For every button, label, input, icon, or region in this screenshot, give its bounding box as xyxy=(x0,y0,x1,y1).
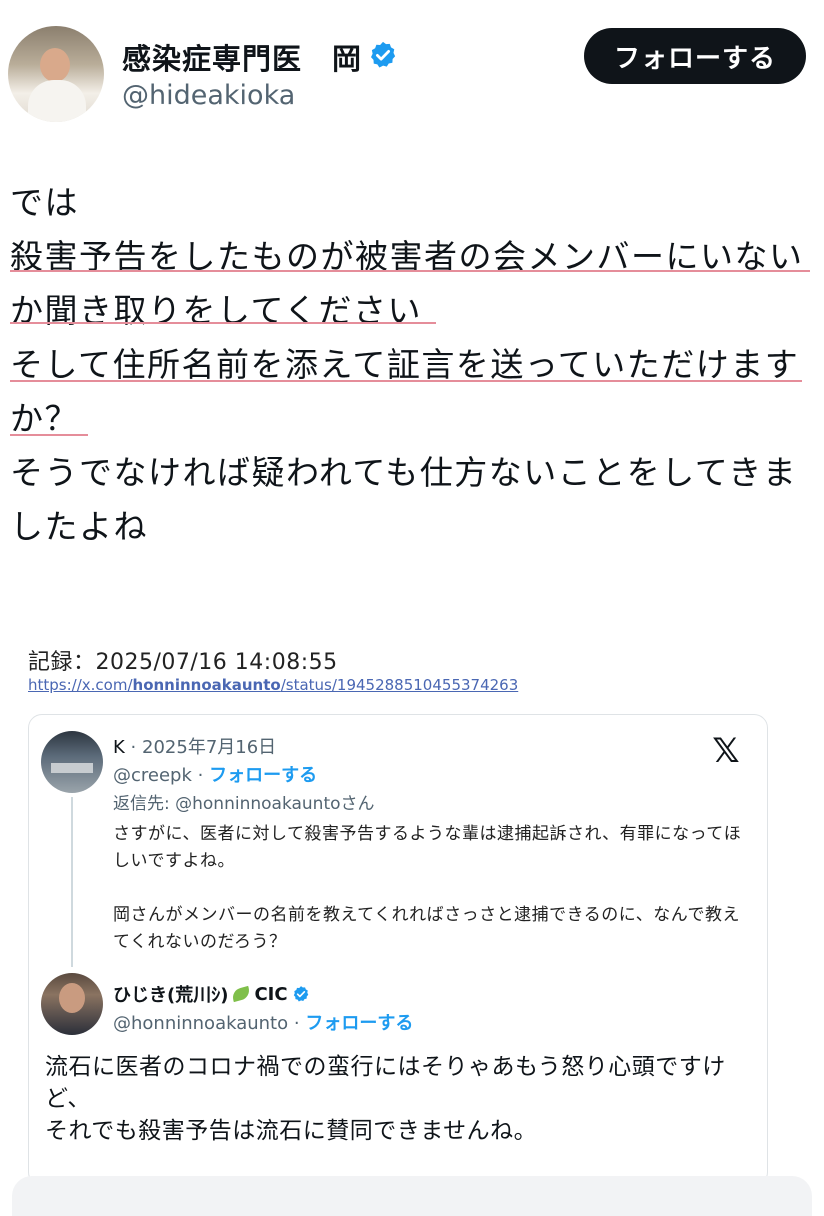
reply-author-line: K · 2025年7月16日 xyxy=(113,733,276,759)
post-line: そうでなければ疑われても仕方ないことをしてきま xyxy=(10,453,798,492)
reply-date[interactable]: 2025年7月16日 xyxy=(142,737,276,758)
thread-connector xyxy=(71,797,73,967)
highlight-underline xyxy=(10,270,810,272)
reply-author-handle[interactable]: @creepk xyxy=(113,765,192,786)
separator-dot: · xyxy=(197,765,204,786)
post-line: か？ xyxy=(10,399,79,438)
quoted-text: 流石に医者のコロナ禍での蛮行にはそりゃあもう怒り心頭ですけど、 それでも殺害予告… xyxy=(45,1051,755,1147)
avatar-body xyxy=(28,80,86,122)
record-url-suffix: /status/1945288510455374263 xyxy=(280,676,519,694)
follow-button[interactable]: フォローする xyxy=(584,28,806,84)
bottom-sheet-handle[interactable] xyxy=(12,1176,812,1216)
reply-author-avatar[interactable] xyxy=(41,731,103,793)
post-line: そして住所名前を添えて証言を送っていただけます xyxy=(10,345,800,384)
highlight-underline xyxy=(10,322,436,324)
quoted-author-name-suffix: CIC xyxy=(254,983,288,1005)
quoted-line: 流石に医者のコロナ禍での蛮行にはそりゃあもう怒り心頭ですけど、 xyxy=(45,1054,726,1112)
highlight-underline xyxy=(10,380,802,382)
post-line: したよね xyxy=(10,507,148,546)
record-url-account: honninnoakaunto xyxy=(132,676,281,694)
reply-to-label: 返信先: @honninnoakauntoさん xyxy=(113,794,375,814)
quoted-follow-link[interactable]: フォローする xyxy=(305,1013,413,1034)
embedded-tweet-card[interactable]: K · 2025年7月16日 @creepk · フォローする 返信先: @ho… xyxy=(28,714,768,1186)
post-line: では xyxy=(10,183,79,222)
quoted-line: それでも殺害予告は流石に賛同できませんね。 xyxy=(45,1118,538,1144)
leaf-emoji-icon xyxy=(231,985,252,1003)
record-timestamp: 記録：2025/07/16 14:08:55 xyxy=(28,650,338,675)
post-line: 殺害予告をしたものが被害者の会メンバーにいない xyxy=(10,237,804,276)
tweet-header: 感染症専門医 岡 @hideakioka フォローする xyxy=(0,0,824,140)
quoted-author-name-line: ひじき(荒川ｼ) CIC xyxy=(113,981,310,1007)
highlight-underline xyxy=(10,434,88,436)
reply-paragraph: 岡さんがメンバーの名前を教えてくれればさっさと逮捕できるのに、なんで教えてくれな… xyxy=(113,905,740,952)
quoted-author-avatar[interactable] xyxy=(41,973,103,1035)
author-handle[interactable]: @hideakioka xyxy=(122,80,295,111)
avatar-face xyxy=(40,48,70,82)
record-url-prefix: https://x.com/ xyxy=(28,676,133,694)
separator-dot: · xyxy=(130,737,137,758)
quoted-author-name[interactable]: ひじき(荒川ｼ) xyxy=(113,981,228,1007)
post-text: では 殺害予告をしたものが被害者の会メンバーにいない か聞き取りをしてください … xyxy=(10,176,820,554)
post-line: か聞き取りをしてください xyxy=(10,291,423,330)
reply-text: さすがに、医者に対して殺害予告するような輩は逮捕起訴され、有罪になってほしいです… xyxy=(113,821,753,956)
verified-badge-icon xyxy=(293,986,308,1002)
reply-follow-link[interactable]: フォローする xyxy=(209,765,317,786)
quoted-author-handle[interactable]: @honninnoakaunto xyxy=(113,1013,288,1034)
reply-handle-line: @creepk · フォローする xyxy=(113,761,317,787)
record-url-link[interactable]: https://x.com/honninnoakaunto/status/194… xyxy=(28,676,518,694)
x-logo-icon[interactable]: 𝕏 xyxy=(709,734,743,768)
reply-author-name[interactable]: K xyxy=(113,737,125,758)
quoted-handle-line: @honninnoakaunto · フォローする xyxy=(113,1009,413,1035)
author-avatar[interactable] xyxy=(8,26,104,122)
reply-paragraph: さすがに、医者に対して殺害予告するような輩は逮捕起訴され、有罪になってほしいです… xyxy=(113,824,742,871)
author-display-name[interactable]: 感染症専門医 岡 xyxy=(122,36,362,78)
separator-dot: · xyxy=(293,1013,300,1034)
verified-badge-icon xyxy=(371,41,396,68)
